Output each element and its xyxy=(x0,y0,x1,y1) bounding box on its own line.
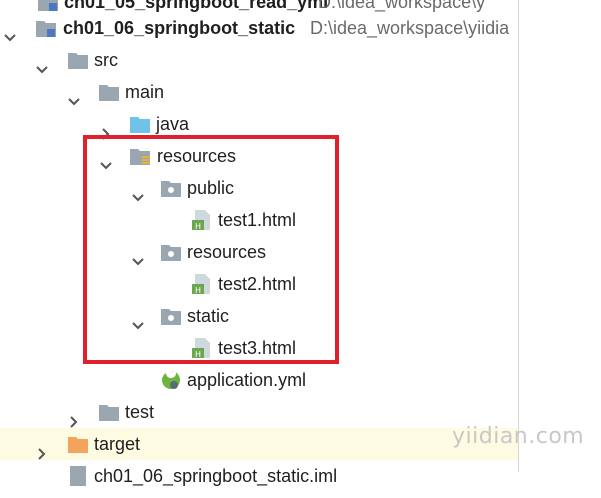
source-folder-icon xyxy=(128,112,152,136)
tree-label: test xyxy=(125,402,155,422)
chevron-right-icon[interactable] xyxy=(36,438,48,460)
folder-icon xyxy=(66,48,90,72)
folder-icon xyxy=(159,304,183,328)
folder-icon xyxy=(159,176,183,200)
html-file-icon: H xyxy=(190,272,214,296)
chevron-right-icon[interactable] xyxy=(100,118,112,140)
tree-label: ch01_06_springboot_static xyxy=(63,18,296,38)
tree-row-java[interactable]: java xyxy=(0,108,518,140)
html-file-icon: H xyxy=(190,336,214,360)
chevron-down-icon[interactable] xyxy=(4,22,16,42)
tree-label: src xyxy=(94,50,118,70)
resources-folder-icon xyxy=(128,144,152,168)
tree-row-resources[interactable]: resources xyxy=(0,140,518,172)
chevron-down-icon[interactable] xyxy=(68,86,80,106)
folder-icon xyxy=(97,80,121,104)
chevron-down-icon[interactable] xyxy=(132,310,144,330)
chevron-right-icon[interactable] xyxy=(68,406,80,428)
tree-row-test1[interactable]: H test1.html xyxy=(0,204,518,236)
tree-row-iml[interactable]: ch01_06_springboot_static.iml xyxy=(0,460,518,492)
chevron-down-icon[interactable] xyxy=(132,246,144,266)
tree-row-resources-sub[interactable]: resources xyxy=(0,236,518,268)
svg-text:H: H xyxy=(195,286,201,295)
iml-file-icon xyxy=(66,464,90,488)
tree-row-test3[interactable]: H test3.html xyxy=(0,332,518,364)
tree-row-application-yml[interactable]: application.yml xyxy=(0,364,518,396)
tree-label: application.yml xyxy=(187,370,307,390)
tree-label: java xyxy=(156,114,190,134)
tree-row-test[interactable]: test xyxy=(0,396,518,428)
chevron-down-icon[interactable] xyxy=(100,150,112,170)
tree-row-test2[interactable]: H test2.html xyxy=(0,268,518,300)
tree-label: main xyxy=(125,82,165,102)
html-file-icon: H xyxy=(190,208,214,232)
tree-label: public xyxy=(187,178,235,198)
tree-row-public[interactable]: public xyxy=(0,172,518,204)
tree-label: static xyxy=(187,306,230,326)
tree-row-project[interactable]: ch01_06_springboot_static D:\idea_worksp… xyxy=(0,12,518,44)
tree-label: test2.html xyxy=(218,274,297,294)
svg-text:H: H xyxy=(195,350,201,359)
tree-label: ch01_06_springboot_static.iml xyxy=(94,466,338,486)
chevron-down-icon[interactable] xyxy=(36,54,48,74)
folder-icon xyxy=(159,240,183,264)
editor-pane xyxy=(519,0,601,472)
tree-row-static[interactable]: static xyxy=(0,300,518,332)
tree-label: target xyxy=(94,434,141,454)
watermark: yiidian.com xyxy=(452,424,585,449)
svg-text:H: H xyxy=(195,222,201,231)
folder-icon xyxy=(97,400,121,424)
chevron-down-icon[interactable] xyxy=(132,182,144,202)
spring-config-file-icon xyxy=(159,368,183,392)
tree-row-main[interactable]: main xyxy=(0,76,518,108)
tree-label: resources xyxy=(187,242,267,262)
tree-label: test1.html xyxy=(218,210,297,230)
tree-label: test3.html xyxy=(218,338,297,358)
excluded-folder-icon xyxy=(66,432,90,456)
module-path: D:\idea_workspace\yiidia xyxy=(310,18,510,38)
module-folder-icon xyxy=(34,16,58,40)
project-tree: ch01_05_springboot_read_yml D:\idea_work… xyxy=(0,0,518,472)
tree-row-src[interactable]: src xyxy=(0,44,518,76)
tree-label: resources xyxy=(157,146,237,166)
